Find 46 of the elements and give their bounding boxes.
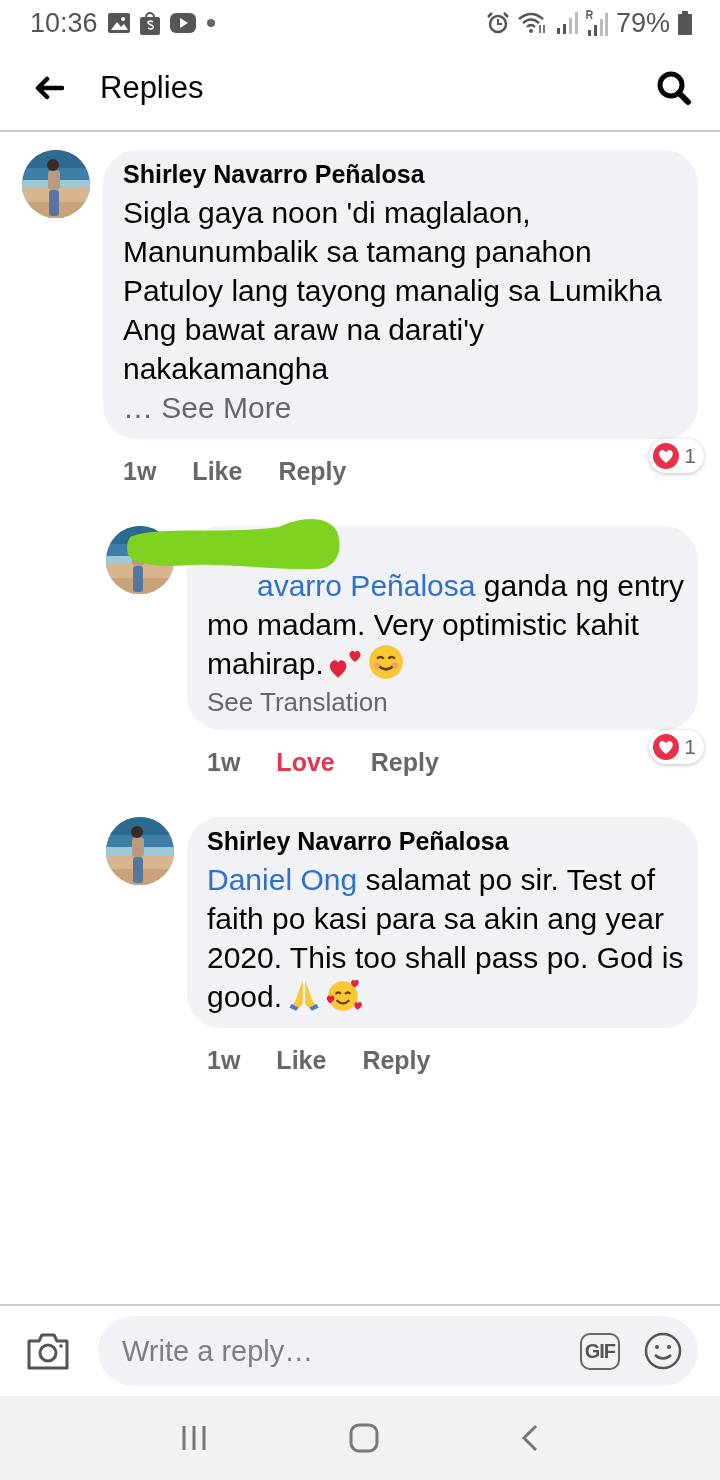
camera-icon[interactable]	[26, 1331, 70, 1371]
reaction-count[interactable]: 1	[649, 730, 704, 764]
like-button[interactable]: Like	[276, 1046, 327, 1075]
timestamp: 1w	[207, 748, 241, 777]
video-play-icon	[169, 13, 196, 33]
dot-icon	[205, 18, 216, 28]
mention-link[interactable]: avarro Peñalosa	[257, 569, 476, 602]
wifi-icon	[517, 11, 548, 35]
page-title: Replies	[100, 70, 204, 106]
back-icon[interactable]	[519, 1423, 540, 1453]
home-icon[interactable]	[349, 1423, 379, 1453]
emoji-icon[interactable]	[644, 1332, 682, 1370]
reply-button[interactable]: Reply	[362, 1046, 431, 1075]
back-arrow-icon[interactable]	[34, 76, 64, 100]
gif-button[interactable]: GIF	[579, 1332, 620, 1370]
battery-percent: 79%	[615, 7, 670, 39]
gallery-icon	[107, 13, 130, 33]
see-translation-link[interactable]: See Translation	[207, 687, 684, 718]
recent-apps-icon[interactable]	[180, 1424, 209, 1452]
comment-text: Ang bawat araw na darati'y nakakamangha	[123, 312, 485, 387]
comment-text: Manunumbalik sa tamang panahon	[123, 234, 593, 270]
love-button[interactable]: Love	[276, 748, 335, 777]
battery-icon	[678, 11, 692, 35]
author-name: Shirley Navarro Peñalosa	[123, 160, 426, 189]
reply-input-field[interactable]: Write a reply… GIF	[98, 1316, 698, 1386]
reply-button[interactable]: Reply	[370, 748, 439, 777]
comment-text: avarro Peñalosa ganda ng entry mo madam. Very optimistic kahit mahirap.	[207, 568, 684, 682]
like-button[interactable]: Like	[192, 457, 243, 486]
comment-text: Patuloy lang tayong manalig sa Lumikha	[123, 273, 663, 309]
timestamp: 1w	[123, 457, 157, 486]
timestamp: 1w	[207, 1046, 241, 1075]
status-time: 10:36	[30, 7, 98, 39]
search-icon[interactable]	[656, 70, 692, 106]
reaction-count[interactable]: 1	[649, 439, 704, 473]
signal-icon	[555, 12, 578, 34]
reply-button[interactable]: Reply	[278, 457, 347, 486]
mention-link[interactable]: Daniel Ong	[207, 863, 358, 896]
comment-text: Sigla gaya noon 'di maglalaon,	[123, 195, 532, 231]
smiling-face-icon	[367, 644, 404, 680]
shopping-bag-icon	[139, 11, 160, 35]
see-more-link[interactable]: … See More	[123, 388, 684, 427]
author-name: Shirley Navarro Peñalosa	[207, 827, 510, 856]
alarm-icon	[485, 11, 510, 35]
heart-smiley-icon	[326, 977, 363, 1013]
comment-text: Daniel Ong salamat po sir. Test of faith po kasi para sa akin ang year 2020. This too shall pass po. God is good.	[207, 862, 684, 1015]
roaming-signal-icon	[585, 10, 608, 36]
